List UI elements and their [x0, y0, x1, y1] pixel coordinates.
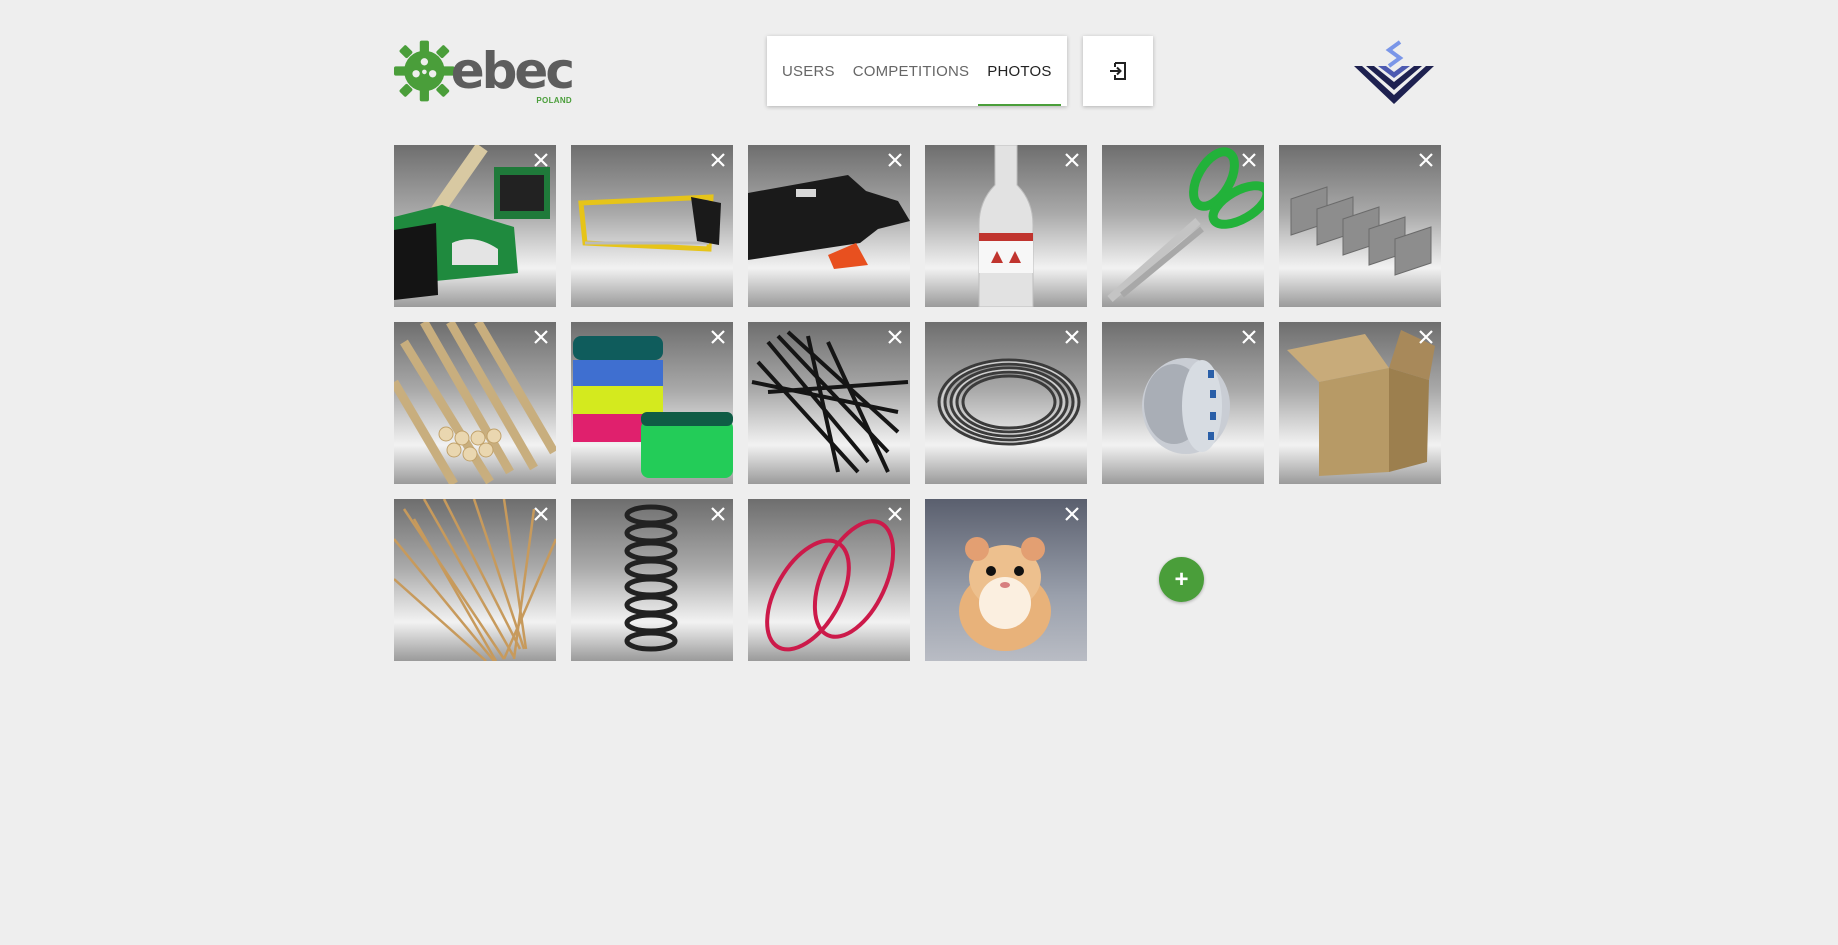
photo-tile[interactable]	[571, 499, 733, 661]
close-icon[interactable]	[1415, 149, 1437, 171]
photo-tile[interactable]	[1102, 322, 1264, 484]
close-icon[interactable]	[884, 503, 906, 525]
close-icon[interactable]	[884, 326, 906, 348]
tab-photos[interactable]: PHOTOS	[978, 36, 1061, 106]
close-icon[interactable]	[707, 149, 729, 171]
close-icon[interactable]	[530, 503, 552, 525]
logout-button[interactable]	[1083, 36, 1153, 106]
close-icon[interactable]	[884, 149, 906, 171]
photo-tile[interactable]	[925, 499, 1087, 661]
close-icon[interactable]	[530, 149, 552, 171]
close-icon[interactable]	[707, 503, 729, 525]
partner-logo-icon	[1354, 40, 1434, 104]
add-photo-button[interactable]: +	[1159, 557, 1204, 602]
close-icon[interactable]	[1238, 149, 1260, 171]
tab-competitions[interactable]: COMPETITIONS	[844, 36, 979, 106]
logo-word: ebec	[450, 42, 575, 100]
close-icon[interactable]	[1415, 326, 1437, 348]
photo-tile[interactable]	[571, 145, 733, 307]
main-nav: USERS COMPETITIONS PHOTOS	[767, 36, 1067, 106]
logo-subtext: POLAND	[536, 96, 572, 105]
logout-icon	[1110, 62, 1126, 80]
photo-tile[interactable]	[1279, 322, 1441, 484]
close-icon[interactable]	[1061, 503, 1083, 525]
photo-tile[interactable]	[748, 499, 910, 661]
photo-tile[interactable]	[925, 145, 1087, 307]
photo-tile[interactable]	[748, 322, 910, 484]
close-icon[interactable]	[1061, 326, 1083, 348]
gear-logo-icon	[394, 40, 455, 102]
photo-tile[interactable]	[1102, 145, 1264, 307]
photo-tile[interactable]	[571, 322, 733, 484]
photo-tile[interactable]	[1279, 145, 1441, 307]
photo-tile[interactable]	[394, 145, 556, 307]
close-icon[interactable]	[707, 326, 729, 348]
photo-tile[interactable]	[394, 499, 556, 661]
close-icon[interactable]	[1061, 149, 1083, 171]
photo-tile[interactable]	[394, 322, 556, 484]
close-icon[interactable]	[530, 326, 552, 348]
admin-page: ebec POLAND USERS COMPETITIONS PHOTOS +	[0, 0, 1838, 945]
logo-text: ebec POLAND	[450, 42, 575, 105]
close-icon[interactable]	[1238, 326, 1260, 348]
photo-tile[interactable]	[748, 145, 910, 307]
photo-tile[interactable]	[925, 322, 1087, 484]
tab-users[interactable]: USERS	[773, 36, 844, 106]
ebec-logo[interactable]: ebec POLAND	[394, 34, 575, 108]
